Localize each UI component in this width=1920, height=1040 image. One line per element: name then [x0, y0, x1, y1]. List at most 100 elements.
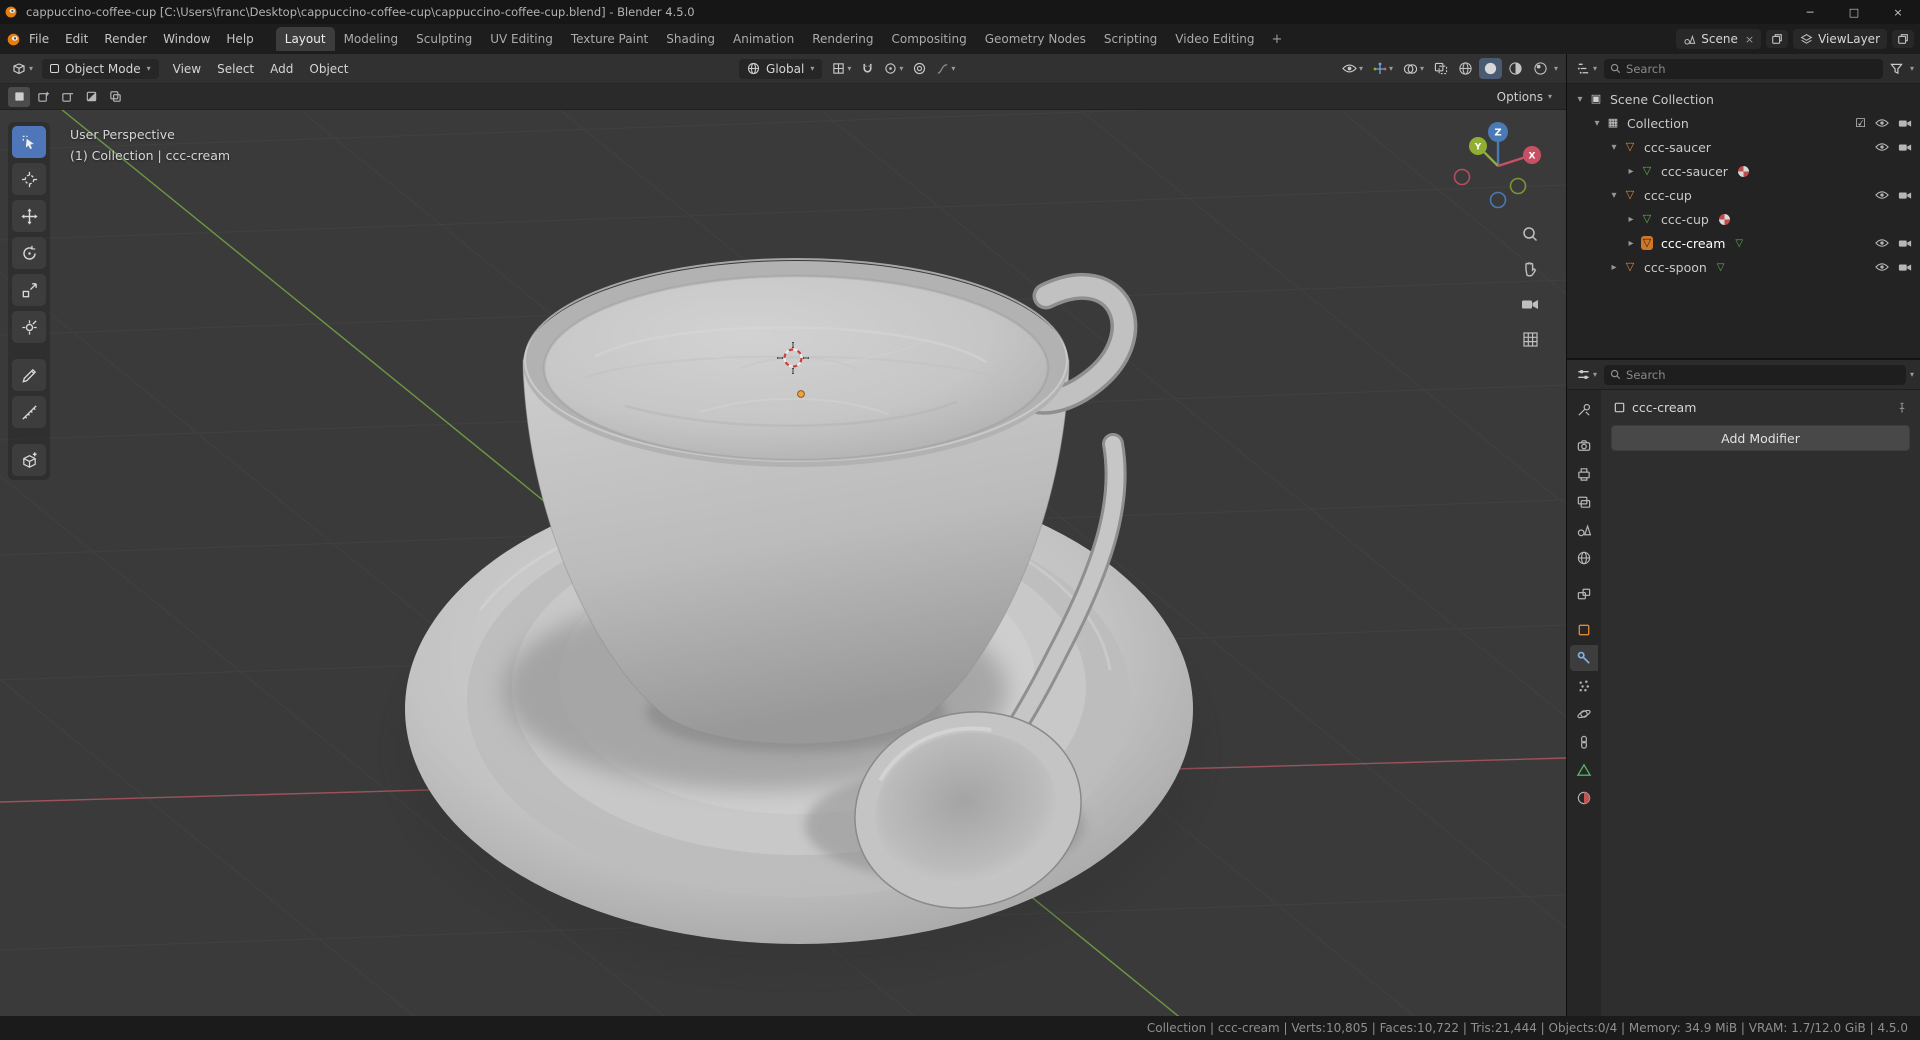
disclosure-arrow-icon[interactable] [1607, 142, 1621, 153]
render-camera-icon[interactable] [1898, 118, 1912, 129]
hide-eye-icon[interactable] [1875, 238, 1889, 248]
minimize-button[interactable]: ─ [1788, 0, 1832, 24]
hide-eye-icon[interactable] [1875, 190, 1889, 200]
editor-type-dropdown[interactable]: ▾ [8, 59, 36, 79]
menu-item[interactable]: Help [218, 29, 261, 49]
pin-icon[interactable] [1896, 402, 1908, 414]
workspace-tab[interactable]: Compositing [882, 27, 975, 51]
outliner-filter-button[interactable] [1887, 61, 1906, 77]
menu-item[interactable]: Window [155, 29, 218, 49]
properties-search-input[interactable] [1626, 367, 1900, 382]
orientation-selector[interactable]: Global ▾ [739, 58, 823, 79]
workspace-tab[interactable]: Animation [724, 27, 803, 51]
disclosure-arrow-icon[interactable] [1607, 190, 1621, 201]
scene-selector[interactable]: Scene × [1676, 29, 1762, 49]
select-mode-extend[interactable] [32, 87, 54, 107]
menu-item[interactable]: File [21, 29, 57, 49]
outliner-search-input[interactable] [1626, 61, 1877, 76]
outliner-row[interactable]: ▣ ▦ ▽ ▽ Scene Collection ▽ ☑ [1567, 87, 1920, 111]
snap-target-dropdown[interactable]: ▾ [880, 59, 907, 78]
pan-hand-icon[interactable] [1518, 257, 1542, 281]
workspace-tab[interactable]: Layout [275, 27, 335, 51]
tool-annotate[interactable] [12, 359, 46, 391]
props-tab-material[interactable] [1570, 785, 1598, 811]
outliner-search[interactable] [1604, 58, 1883, 79]
new-scene-icon[interactable] [1766, 30, 1789, 48]
viewlayer-selector[interactable]: ViewLayer [1793, 29, 1887, 49]
props-tab-output[interactable] [1570, 461, 1598, 487]
props-tab-modifiers[interactable] [1570, 645, 1598, 671]
add-workspace-button[interactable]: + [1264, 30, 1291, 49]
orthographic-grid-icon[interactable] [1518, 327, 1542, 351]
workspace-tab[interactable]: Shading [657, 27, 724, 51]
mode-selector[interactable]: Object Mode ▾ [42, 58, 159, 79]
workspace-tab[interactable]: Geometry Nodes [976, 27, 1095, 51]
add-modifier-button[interactable]: Add Modifier [1611, 425, 1910, 451]
proportional-edit-toggle[interactable] [909, 59, 930, 78]
workspace-tab[interactable]: Scripting [1095, 27, 1166, 51]
workspace-tab[interactable]: Modeling [335, 27, 408, 51]
workspace-tab[interactable]: Video Editing [1166, 27, 1263, 51]
options-dropdown[interactable]: Options ▾ [1491, 88, 1558, 106]
disclosure-arrow-icon[interactable] [1590, 118, 1604, 129]
props-tab-tool[interactable] [1570, 397, 1598, 423]
props-tab-world[interactable] [1570, 545, 1598, 571]
tool-rotate[interactable] [12, 237, 46, 269]
shading-solid-button[interactable] [1478, 58, 1502, 79]
axis-neg-z-ball[interactable] [1489, 191, 1507, 209]
viewport-menu-item[interactable]: Select [209, 59, 262, 79]
tool-measure[interactable] [12, 396, 46, 428]
disclosure-arrow-icon[interactable] [1624, 238, 1638, 249]
properties-options-icon[interactable]: ▾ [1910, 370, 1914, 379]
props-tab-view-layer[interactable] [1570, 489, 1598, 515]
properties-search[interactable] [1604, 364, 1906, 385]
menu-item[interactable]: Edit [57, 29, 96, 49]
viewport-menu-item[interactable]: View [165, 59, 209, 79]
visibility-dropdown[interactable]: ▾ [1338, 60, 1367, 77]
viewport-3d[interactable]: User Perspective (1) Collection | ccc-cr… [0, 110, 1566, 1016]
tool-transform[interactable] [12, 311, 46, 343]
outliner-row[interactable]: ▣ ▦ ▽ ▽ ccc-cup ▽ ☑ [1567, 207, 1920, 231]
tool-cursor[interactable] [12, 163, 46, 195]
snap-toggle[interactable] [857, 59, 878, 79]
gizmos-dropdown[interactable]: ▾ [1369, 59, 1397, 79]
render-camera-icon[interactable] [1898, 142, 1912, 153]
close-button[interactable]: × [1876, 0, 1920, 24]
camera-view-icon[interactable] [1518, 292, 1542, 316]
collection-checkbox[interactable]: ☑ [1855, 116, 1866, 130]
select-mode-invert[interactable] [80, 87, 102, 107]
disclosure-arrow-icon[interactable] [1607, 262, 1621, 273]
shading-wireframe-button[interactable] [1454, 58, 1477, 79]
outliner-row[interactable]: ▣ ▦ ▽ ▽ Collection ▽ ☑ [1567, 111, 1920, 135]
props-tab-collection[interactable] [1570, 581, 1598, 607]
tool-move[interactable] [12, 200, 46, 232]
axis-neg-y-ball[interactable] [1509, 177, 1527, 195]
workspace-tab[interactable]: Rendering [803, 27, 882, 51]
workspace-tab[interactable]: Texture Paint [562, 27, 657, 51]
tool-select-box[interactable] [12, 126, 46, 158]
props-tab-particles[interactable] [1570, 673, 1598, 699]
navigation-gizmo[interactable]: Z Y X [1450, 116, 1546, 220]
props-tab-object[interactable] [1570, 617, 1598, 643]
render-camera-icon[interactable] [1898, 238, 1912, 249]
axis-neg-x-ball[interactable] [1453, 168, 1471, 186]
select-mode-new[interactable] [8, 86, 30, 107]
shading-material-button[interactable] [1504, 58, 1527, 79]
disclosure-arrow-icon[interactable] [1573, 94, 1587, 105]
workspace-tab[interactable]: UV Editing [481, 27, 562, 51]
props-tab-render[interactable] [1570, 433, 1598, 459]
outliner-row[interactable]: ▣ ▦ ▽ ▽ ccc-saucer ▽ ☑ [1567, 135, 1920, 159]
props-tab-constraints[interactable] [1570, 729, 1598, 755]
disclosure-arrow-icon[interactable] [1624, 166, 1638, 177]
workspace-tab[interactable]: Sculpting [407, 27, 481, 51]
overlays-dropdown[interactable]: ▾ [1399, 60, 1428, 78]
falloff-dropdown[interactable]: ▾ [932, 59, 959, 78]
xray-toggle[interactable] [1430, 59, 1452, 78]
hide-eye-icon[interactable] [1875, 118, 1889, 128]
unlink-scene-icon[interactable]: × [1745, 33, 1754, 46]
menu-item[interactable]: Render [96, 29, 155, 49]
disclosure-arrow-icon[interactable] [1624, 214, 1638, 225]
select-mode-intersect[interactable] [104, 87, 126, 107]
shading-rendered-button[interactable] [1529, 58, 1552, 79]
outliner-row[interactable]: ▣ ▦ ▽ ▽ ccc-spoon ▽ ☑ [1567, 255, 1920, 279]
